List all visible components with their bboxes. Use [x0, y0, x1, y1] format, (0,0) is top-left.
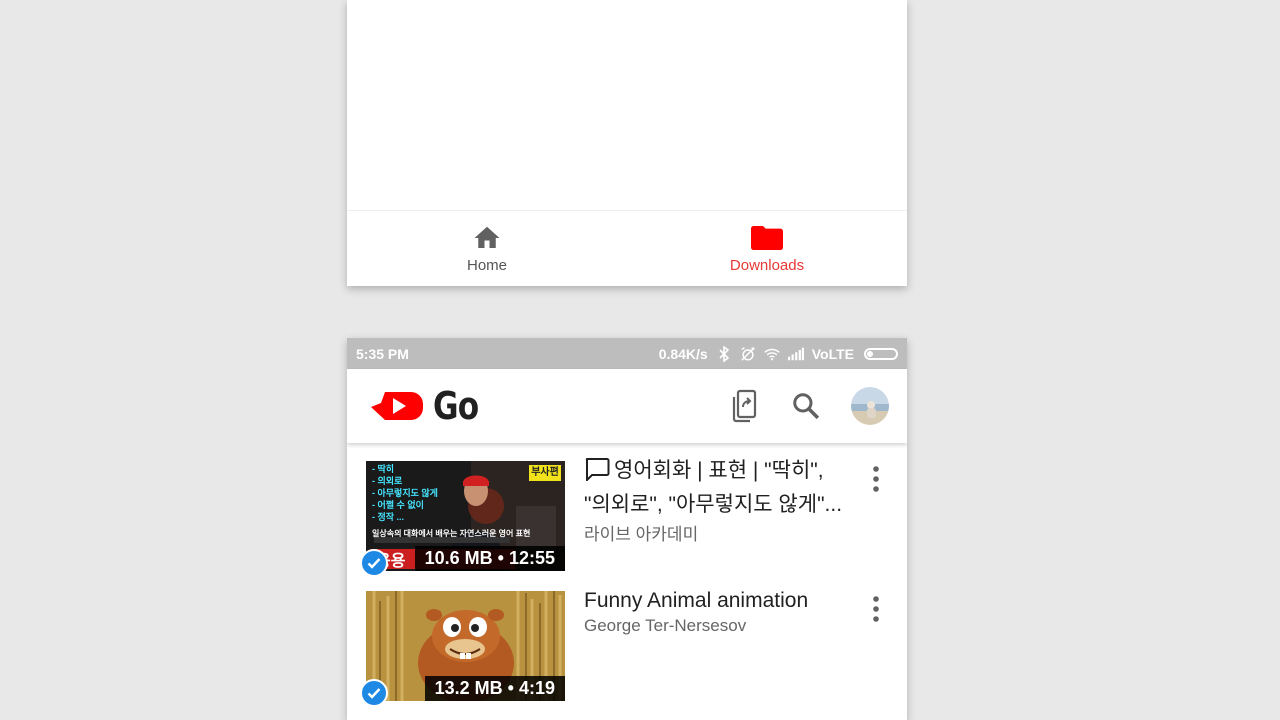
more-vert-icon: [873, 596, 879, 622]
video-item[interactable]: 부사편 - 딱히 - 의외로 - 아무렇지도 않게 - 어쩔 수 없이 - 정작…: [347, 458, 907, 591]
downloaded-check-icon: [360, 549, 388, 577]
home-icon: [471, 223, 503, 253]
folder-icon: [751, 223, 783, 253]
video-item[interactable]: 13.2 MB • 4:19 Funny Animal animation Ge…: [347, 589, 907, 720]
thumbnail-line: - 아무렇지도 않게: [372, 488, 438, 498]
nav-label-downloads: Downloads: [729, 257, 805, 274]
search-button[interactable]: [789, 389, 823, 423]
more-options-button[interactable]: [858, 461, 894, 497]
status-time: 5:35 PM: [356, 345, 409, 362]
avatar[interactable]: [851, 387, 889, 425]
video-meta: Funny Animal animation George Ter-Nerses…: [584, 589, 858, 720]
downloads-screen-panel: 5:35 PM 0.84K/s VoLTE Go 부사편 - 딱히 - 의외로 …: [347, 338, 907, 720]
app-bar: Go: [347, 369, 907, 443]
video-thumbnail[interactable]: 13.2 MB • 4:19: [360, 591, 565, 707]
video-meta: 영어회화 | 표현 | "딱히", "의외로", "아무렇지도 않게"... 라…: [584, 458, 858, 591]
share-phone-icon: [732, 389, 757, 423]
bottom-navigation: Home Downloads: [347, 210, 907, 286]
network-type: VoLTE: [811, 345, 854, 362]
downloads-list: 부사편 - 딱히 - 의외로 - 아무렇지도 않게 - 어쩔 수 없이 - 정작…: [347, 443, 907, 720]
previous-screen-panel: Home Downloads: [347, 0, 907, 286]
nav-item-home[interactable]: Home: [347, 211, 627, 286]
alarm-off-icon: [740, 346, 756, 362]
thumbnail-line: - 어쩔 수 없이: [372, 500, 424, 510]
video-channel: George Ter-Nersesov: [584, 616, 747, 635]
video-thumbnail[interactable]: 부사편 - 딱히 - 의외로 - 아무렇지도 않게 - 어쩔 수 없이 - 정작…: [360, 461, 565, 577]
thumbnail-line: - 딱히: [372, 464, 395, 474]
thumbnail-lines: - 딱히 - 의외로 - 아무렇지도 않게 - 어쩔 수 없이 - 정작 ...: [372, 463, 438, 523]
thumbnail-tag: 부사편: [531, 467, 559, 478]
status-icons: 0.84K/s VoLTE: [658, 345, 898, 362]
more-options-button[interactable]: [858, 591, 894, 627]
thumbnail-line: - 의외로: [372, 476, 403, 486]
video-title: 영어회화 | 표현 | "딱히", "의외로", "아무렇지도 않게"...: [584, 456, 854, 520]
video-channel: 라이브 아카데미: [584, 525, 699, 544]
network-speed: 0.84K/s: [658, 345, 708, 362]
size-duration-badge: 13.2 MB • 4:19: [424, 676, 565, 701]
video-title: Funny Animal animation: [584, 589, 809, 612]
thumbnail-caption: 일상속의 대화에서 배우는 자연스러운 영어 표현: [372, 529, 531, 538]
youtube-go-logo-icon: [371, 392, 423, 420]
youtube-go-logo: Go: [371, 384, 727, 428]
battery-icon: [864, 347, 898, 360]
video-title-line2: "의외로", "아무렇지도 않게"...: [584, 493, 843, 516]
thumbnail-line: - 정작 ...: [372, 512, 405, 522]
nav-item-downloads[interactable]: Downloads: [627, 211, 907, 286]
app-bar-actions: [727, 387, 889, 425]
search-icon: [793, 393, 820, 420]
wifi-icon: [764, 346, 780, 362]
video-title-line1: 영어회화 | 표현 | "딱히",: [614, 459, 824, 482]
size-duration-badge: 10.6 MB • 12:55: [414, 546, 565, 571]
more-vert-icon: [873, 466, 879, 492]
status-bar: 5:35 PM 0.84K/s VoLTE: [347, 338, 907, 369]
signal-icon: [787, 346, 804, 362]
chat-bubble-icon: [584, 457, 610, 490]
nav-label-home: Home: [466, 257, 507, 274]
downloaded-check-icon: [360, 679, 388, 707]
logo-text: Go: [433, 384, 479, 428]
share-button[interactable]: [727, 389, 761, 423]
bluetooth-icon: [716, 345, 732, 362]
